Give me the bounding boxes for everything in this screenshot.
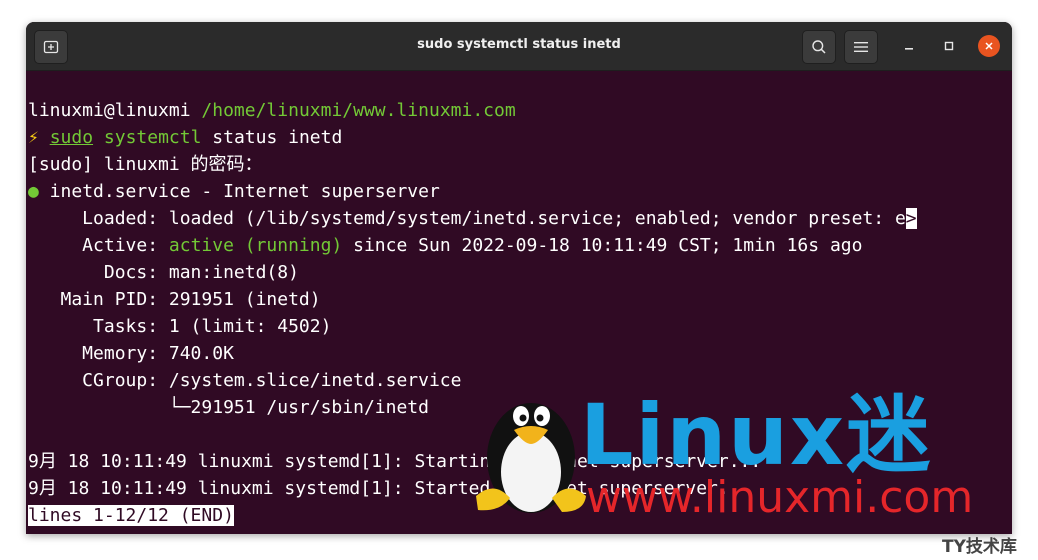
close-icon [985, 42, 993, 50]
log-line-1: 9月 18 10:11:49 linuxmi systemd[1]: Start… [28, 451, 762, 472]
tasks-line: Tasks: 1 (limit: 4502) [28, 316, 332, 337]
prompt-line: linuxmi@linuxmi /home/linuxmi/www.linuxm… [28, 99, 516, 123]
maximize-icon [944, 41, 954, 51]
active-label: Active: [28, 235, 169, 256]
memory-line: Memory: 740.0K [28, 343, 234, 364]
pager-status: lines 1-12/12 (END) [28, 504, 234, 528]
active-status: active (running) [168, 235, 343, 256]
command-sudo: sudo [49, 127, 94, 148]
title-bar: sudo systemctl status inetd [26, 22, 1012, 71]
search-icon [812, 40, 826, 54]
terminal-window: sudo systemctl status inetd linuxmi@linu… [26, 22, 1012, 534]
mainpid-line: Main PID: 291951 (inetd) [28, 289, 321, 310]
maximize-button[interactable] [938, 35, 960, 57]
truncation-marker: > [905, 208, 917, 229]
close-button[interactable] [978, 35, 1000, 57]
pager-status-text: lines 1-12/12 (END) [28, 505, 234, 526]
terminal-output[interactable]: linuxmi@linuxmi /home/linuxmi/www.linuxm… [26, 71, 1012, 534]
command-args: status inetd [201, 127, 343, 148]
hamburger-icon [854, 42, 868, 52]
watermark-site: TY技术库 [942, 537, 1017, 557]
menu-button[interactable] [844, 30, 878, 64]
command-line: ⚡ sudo systemctl status inetd [28, 126, 342, 150]
minimize-icon [905, 48, 913, 50]
service-header: ● inetd.service - Internet superserver [28, 180, 440, 204]
active-line: Active: active (running) since Sun 2022-… [28, 234, 862, 258]
prompt-path: /home/linuxmi/www.linuxmi.com [201, 100, 516, 121]
loaded-line: Loaded: loaded (/lib/systemd/system/inet… [28, 207, 917, 231]
loaded-text: Loaded: loaded (/lib/systemd/system/inet… [28, 208, 906, 229]
sudo-password-prompt: [sudo] linuxmi 的密码： [28, 154, 263, 175]
cgroup-line: CGroup: /system.slice/inetd.service [28, 370, 462, 391]
active-since: since Sun 2022-09-18 10:11:49 CST; 1min … [342, 235, 863, 256]
prompt-user: linuxmi@linuxmi [28, 100, 191, 121]
log-line-2: 9月 18 10:11:49 linuxmi systemd[1]: Start… [28, 478, 729, 499]
cgroup-child-line: └─291951 /usr/sbin/inetd [28, 397, 429, 418]
service-name: inetd.service - Internet superserver [38, 181, 440, 202]
minimize-button[interactable] [898, 35, 920, 57]
command-systemctl: systemctl [103, 127, 202, 148]
status-dot-icon: ● [28, 181, 39, 202]
search-button[interactable] [802, 30, 836, 64]
docs-line: Docs: man:inetd(8) [28, 262, 299, 283]
lightning-icon: ⚡ [28, 127, 39, 148]
